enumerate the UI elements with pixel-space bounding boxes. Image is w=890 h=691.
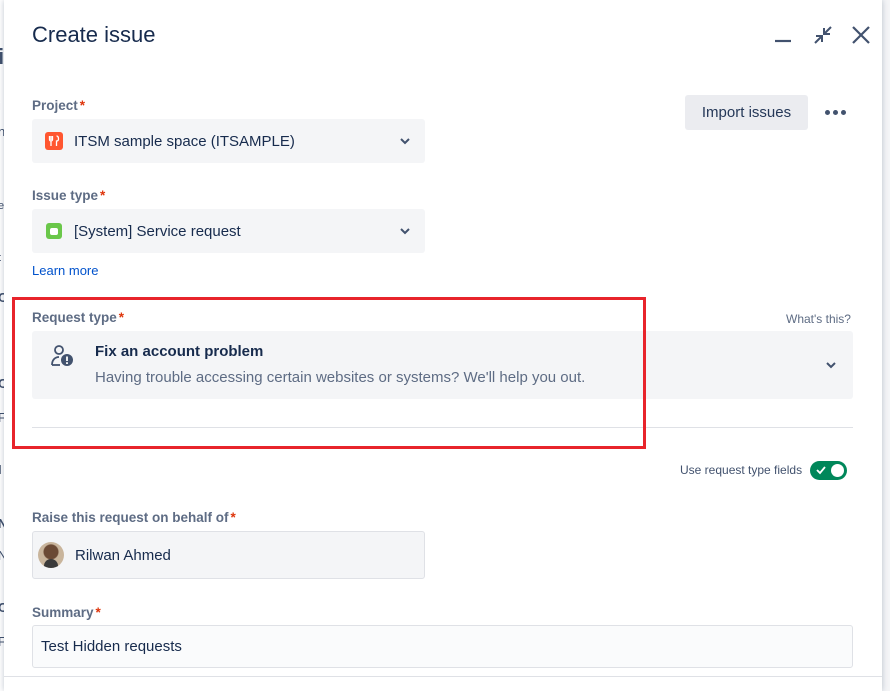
project-label-text: Project xyxy=(32,98,78,113)
on-behalf-select[interactable]: Rilwan Ahmed xyxy=(32,531,425,579)
collapse-icon[interactable] xyxy=(810,22,836,48)
required-mark: * xyxy=(230,510,236,525)
on-behalf-value: Rilwan Ahmed xyxy=(75,546,171,564)
summary-input[interactable]: Test Hidden requests xyxy=(32,625,853,668)
import-issues-button[interactable]: Import issues xyxy=(685,95,808,130)
summary-label-text: Summary xyxy=(32,605,94,620)
summary-value: Test Hidden requests xyxy=(41,638,182,655)
project-select[interactable]: ITSM sample space (ITSAMPLE) xyxy=(32,119,425,163)
chevron-down-icon xyxy=(400,228,410,235)
request-type-title: Fix an account problem xyxy=(95,343,264,360)
dialog-title: Create issue xyxy=(32,22,156,47)
project-icon xyxy=(45,132,63,150)
on-behalf-label: Raise this request on behalf of * xyxy=(32,510,236,525)
service-request-icon xyxy=(46,223,62,239)
summary-label: Summary * xyxy=(32,605,101,620)
issue-type-label: Issue type * xyxy=(32,188,105,203)
request-type-label: Request type * xyxy=(32,310,124,325)
section-divider xyxy=(32,427,853,428)
issue-type-select[interactable]: [System] Service request xyxy=(32,209,425,253)
create-issue-dialog: Create issue Project * ITSM sample space … xyxy=(4,0,882,691)
check-icon xyxy=(816,466,826,475)
whats-this-link[interactable]: What's this? xyxy=(786,312,851,326)
chevron-down-icon xyxy=(400,138,410,145)
required-mark: * xyxy=(118,310,125,325)
issue-type-label-text: Issue type xyxy=(32,188,99,203)
project-value: ITSM sample space (ITSAMPLE) xyxy=(74,132,295,150)
user-avatar xyxy=(38,542,64,568)
request-type-description: Having trouble accessing certain website… xyxy=(95,369,586,386)
learn-more-link[interactable]: Learn more xyxy=(32,263,98,278)
account-problem-icon xyxy=(51,345,73,366)
issue-type-value: [System] Service request xyxy=(74,222,241,240)
required-mark: * xyxy=(95,605,101,620)
on-behalf-label-text: Raise this request on behalf of xyxy=(32,510,229,525)
request-type-fields-label: Use request type fields xyxy=(680,463,803,477)
footer-divider xyxy=(4,676,882,677)
request-type-label-text: Request type xyxy=(32,310,117,325)
toggle-knob xyxy=(831,464,844,477)
close-icon[interactable] xyxy=(848,22,874,48)
required-mark: * xyxy=(100,188,106,203)
request-type-select[interactable]: Fix an account problem Having trouble ac… xyxy=(32,331,853,399)
chevron-down-icon xyxy=(826,362,836,369)
more-icon[interactable] xyxy=(822,100,848,124)
minimize-icon[interactable] xyxy=(770,22,796,48)
required-mark: * xyxy=(79,98,86,113)
project-label: Project * xyxy=(32,98,85,113)
request-type-fields-toggle[interactable] xyxy=(810,461,847,480)
